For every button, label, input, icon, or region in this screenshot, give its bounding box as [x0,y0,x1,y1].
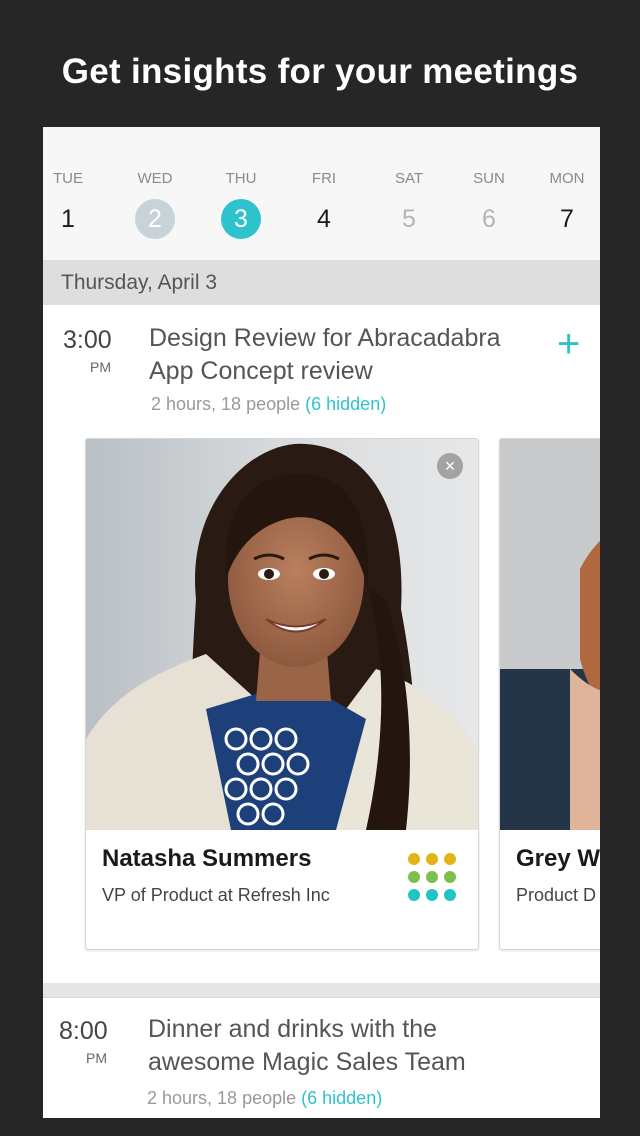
event-ampm: PM [86,1050,107,1066]
event-divider [43,983,600,998]
hidden-attendees-link[interactable]: (6 hidden) [305,394,386,414]
day-number: 3 [221,199,261,239]
event-title-line1: Dinner and drinks with the [148,1015,438,1043]
attendee-card[interactable]: Grey W Product D [499,438,600,950]
day-label: TUE [53,170,83,187]
headline: Get insights for your meetings [61,52,579,91]
day-number: 5 [402,205,416,233]
day-number: 6 [482,205,496,233]
day-number: 2 [135,199,175,239]
day-label: FRI [311,170,337,187]
attendee-photo [500,439,600,830]
day-number: 1 [61,205,75,233]
event-title-line2: awesome Magic Sales Team [148,1048,466,1076]
attendee-role: VP of Product at Refresh Inc [102,885,330,905]
hidden-attendees-link[interactable]: (6 hidden) [301,1088,382,1108]
day-number: 4 [317,205,331,233]
attendee-role: Product D [516,885,597,905]
event-duration: 2 hours, 18 people [147,1088,297,1108]
event-meta: 2 hours, 18 people (6 hidden) [147,1088,382,1109]
insight-dots-icon [408,853,462,907]
attendee-name: Grey W [516,845,600,872]
day-label: WED [137,170,173,187]
add-icon[interactable]: + [557,324,580,364]
attendee-name: Natasha Summers [102,845,312,872]
day-number: 7 [560,205,574,233]
day-label: MON [549,170,585,187]
event-time: 8:00 [59,1017,108,1045]
attendee-card[interactable]: × Natasha Summers VP of Product at Refre… [85,438,479,950]
day-label: THU [225,170,257,187]
close-icon[interactable]: × [437,453,463,479]
day-label: SAT [394,170,424,187]
section-date: Thursday, April 3 [61,271,218,294]
app-screen: TUE 1 WED 2 THU 3 FRI 4 SAT 5 SUN 6 MON … [43,127,600,1118]
event-time: 3:00 [63,326,112,354]
date-section-header: Thursday, April 3 [43,261,600,305]
event-meta: 2 hours, 18 people (6 hidden) [151,394,386,415]
attendee-photo [86,439,478,830]
week-strip: TUE 1 WED 2 THU 3 FRI 4 SAT 5 SUN 6 MON … [43,127,600,261]
event-title-line2: App Concept review [149,357,373,385]
event-duration: 2 hours, 18 people [151,394,301,414]
day-label: SUN [473,170,505,187]
event-ampm: PM [90,359,111,375]
event-title-line1: Design Review for Abracadabra [149,324,501,352]
